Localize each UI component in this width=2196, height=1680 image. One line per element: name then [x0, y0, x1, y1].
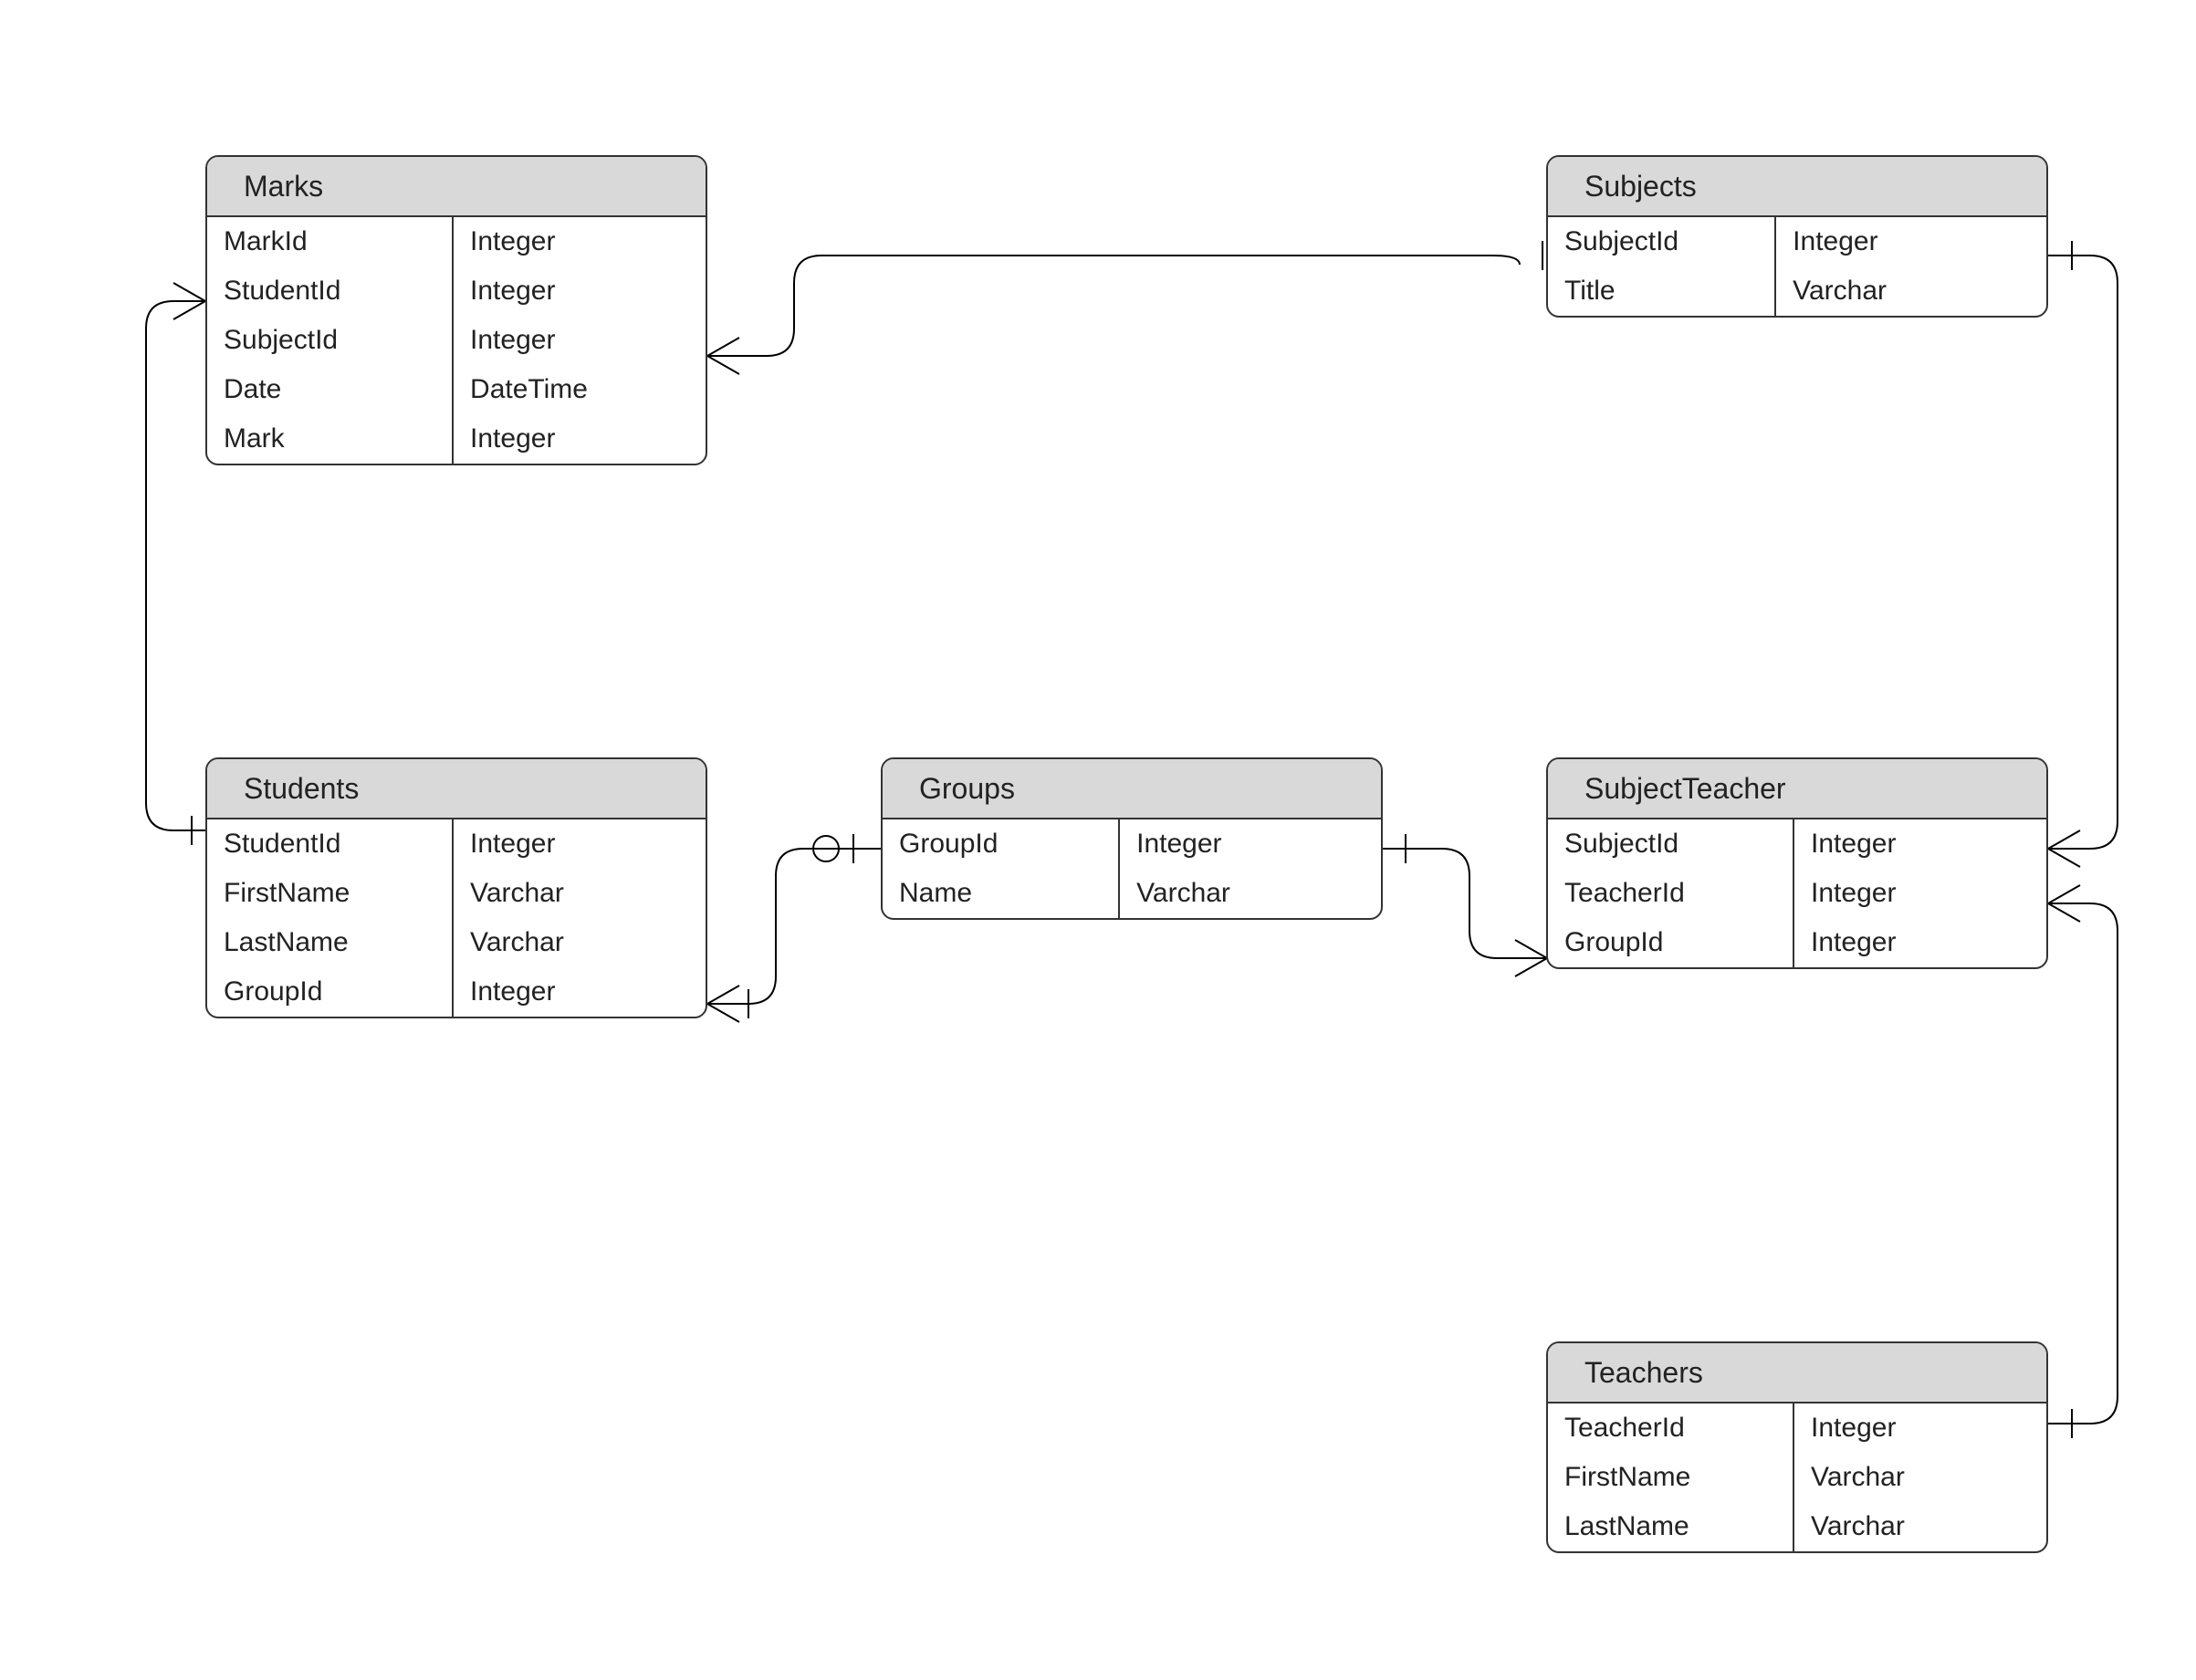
field-type: DateTime — [454, 365, 706, 414]
field-name: LastName — [1548, 1502, 1793, 1551]
field-name: StudentId — [207, 819, 452, 869]
field-type: Integer — [454, 316, 706, 365]
entity-teachers[interactable]: Teachers TeacherId FirstName LastName In… — [1546, 1341, 2048, 1553]
er-diagram-canvas: Marks MarkId StudentId SubjectId Date Ma… — [0, 0, 2196, 1680]
field-name: StudentId — [207, 266, 452, 316]
entity-title: SubjectTeacher — [1548, 759, 2046, 819]
field-type: Integer — [1776, 217, 2046, 266]
field-type: Varchar — [454, 869, 706, 918]
field-name: LastName — [207, 918, 452, 967]
field-type: Integer — [454, 266, 706, 316]
entity-groups[interactable]: Groups GroupId Name Integer Varchar — [881, 757, 1383, 920]
field-name: Title — [1548, 266, 1774, 316]
field-name: SubjectId — [1548, 819, 1793, 869]
field-type: Varchar — [1794, 1502, 2046, 1551]
field-name: GroupId — [883, 819, 1118, 869]
field-name: GroupId — [207, 967, 452, 1017]
entity-title: Subjects — [1548, 157, 2046, 217]
field-type: Integer — [454, 414, 706, 464]
entity-marks[interactable]: Marks MarkId StudentId SubjectId Date Ma… — [205, 155, 707, 465]
field-type: Integer — [1794, 1403, 2046, 1453]
field-type: Integer — [454, 967, 706, 1017]
field-type: Varchar — [1794, 1453, 2046, 1502]
field-type: Varchar — [1120, 869, 1381, 918]
entity-title: Groups — [883, 759, 1381, 819]
field-name: FirstName — [1548, 1453, 1793, 1502]
field-type: Integer — [1120, 819, 1381, 869]
field-type: Integer — [454, 819, 706, 869]
field-name: GroupId — [1548, 918, 1793, 967]
entity-title: Marks — [207, 157, 706, 217]
entity-subjects[interactable]: Subjects SubjectId Title Integer Varchar — [1546, 155, 2048, 318]
field-type: Varchar — [1776, 266, 2046, 316]
field-type: Integer — [1794, 869, 2046, 918]
entity-students[interactable]: Students StudentId FirstName LastName Gr… — [205, 757, 707, 1018]
entity-title: Students — [207, 759, 706, 819]
entity-title: Teachers — [1548, 1343, 2046, 1403]
field-type: Integer — [454, 217, 706, 266]
field-name: Name — [883, 869, 1118, 918]
field-name: SubjectId — [1548, 217, 1774, 266]
field-type: Integer — [1794, 819, 2046, 869]
field-type: Varchar — [454, 918, 706, 967]
entity-subjectteacher[interactable]: SubjectTeacher SubjectId TeacherId Group… — [1546, 757, 2048, 969]
field-name: FirstName — [207, 869, 452, 918]
field-name: MarkId — [207, 217, 452, 266]
field-name: Mark — [207, 414, 452, 464]
field-name: SubjectId — [207, 316, 452, 365]
field-name: TeacherId — [1548, 869, 1793, 918]
field-name: TeacherId — [1548, 1403, 1793, 1453]
field-name: Date — [207, 365, 452, 414]
field-type: Integer — [1794, 918, 2046, 967]
